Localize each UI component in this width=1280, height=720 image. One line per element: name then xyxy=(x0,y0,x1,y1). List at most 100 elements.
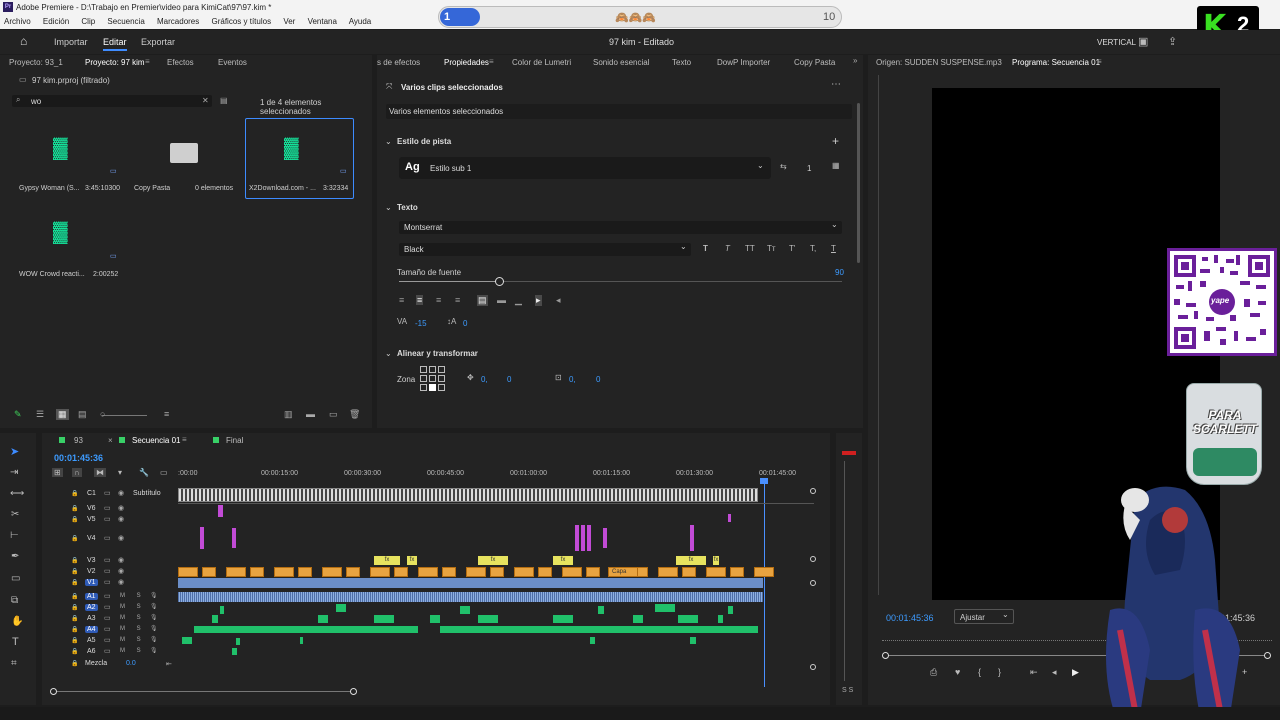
align-right-icon[interactable]: ≡ xyxy=(436,295,441,305)
toggle-output-icon[interactable]: ▭ xyxy=(104,614,111,622)
leading-value[interactable]: 0 xyxy=(463,319,467,328)
menu-ver[interactable]: Ver xyxy=(283,17,295,26)
video-clip[interactable] xyxy=(603,528,607,548)
lock-icon[interactable]: 🔒 xyxy=(71,637,78,644)
position-y[interactable]: 0 xyxy=(507,375,511,384)
align-middle-icon[interactable]: ▬ xyxy=(497,295,506,305)
video-clip[interactable] xyxy=(587,525,591,551)
lock-icon[interactable]: 🔒 xyxy=(71,490,78,497)
video-clip[interactable] xyxy=(730,567,744,577)
freeform-view-icon[interactable]: ▤ xyxy=(78,409,87,420)
sort-icon[interactable]: ≡ xyxy=(164,409,169,419)
video-clip[interactable] xyxy=(586,567,600,577)
track-scroll-handle[interactable] xyxy=(810,488,816,494)
position-x[interactable]: 0, xyxy=(481,375,488,384)
wrench-icon[interactable]: 🔧 xyxy=(139,468,149,477)
eye-icon[interactable]: ◉ xyxy=(118,534,124,542)
rectangle-tool-icon[interactable]: ▭ xyxy=(11,573,20,584)
clip-name-field[interactable]: Varios elementos seleccionados xyxy=(386,104,852,119)
mic-icon[interactable]: 🎙 xyxy=(150,647,158,654)
video-clip[interactable] xyxy=(322,567,342,577)
tracking-value[interactable]: -15 xyxy=(415,319,427,328)
menu-ayuda[interactable]: Ayuda xyxy=(349,17,372,26)
lock-icon[interactable]: 🔒 xyxy=(71,505,78,512)
lock-icon[interactable]: 🔒 xyxy=(71,648,78,655)
panel-menu-icon[interactable]: ≡ xyxy=(182,435,187,444)
meter-solo-label[interactable]: S S xyxy=(842,687,853,694)
tab-secuencia-01[interactable]: Secuencia 01 xyxy=(132,436,180,445)
audio-clip[interactable] xyxy=(690,637,696,644)
tab-exportar[interactable]: Exportar xyxy=(141,37,175,47)
tab-propiedades[interactable]: Propiedades xyxy=(444,58,489,67)
icon-view-icon[interactable]: ▦ xyxy=(56,409,69,420)
align-center-icon[interactable]: ≡ xyxy=(416,295,424,305)
captions-icon[interactable]: ▭ xyxy=(160,468,168,477)
zone-cell[interactable] xyxy=(438,366,445,373)
track-id[interactable]: V4 xyxy=(85,535,98,542)
share-icon[interactable]: ⇪ xyxy=(1168,35,1177,48)
lock-icon[interactable]: 🔒 xyxy=(71,557,78,564)
tab-importar[interactable]: Importar xyxy=(54,37,88,47)
mic-icon[interactable]: 🎙 xyxy=(150,625,158,632)
video-clip[interactable] xyxy=(658,567,678,577)
tab-source[interactable]: Origen: SUDDEN SUSPENSE.mp3 xyxy=(876,58,1002,67)
audio-clip[interactable] xyxy=(178,592,763,602)
pen-tool-icon[interactable]: ✒ xyxy=(11,551,19,562)
zone-cell[interactable] xyxy=(420,384,427,391)
audio-clip[interactable] xyxy=(655,604,675,612)
video-clip[interactable] xyxy=(575,525,579,551)
lock-icon[interactable]: 🔒 xyxy=(71,568,78,575)
track-id[interactable]: V3 xyxy=(85,557,98,564)
close-tab-icon[interactable]: × xyxy=(108,436,113,445)
toggle-output-icon[interactable]: ▭ xyxy=(104,556,111,564)
media-item[interactable]: Copy Pasta 0 elementos xyxy=(130,119,238,199)
track-id[interactable]: V2 xyxy=(85,568,98,575)
track-header-v2[interactable]: 🔒 V2 ▭ ◉ xyxy=(42,568,178,578)
mark-out-icon[interactable]: } xyxy=(998,667,1001,677)
menu-secuencia[interactable]: Secuencia xyxy=(107,17,144,26)
snap-icon[interactable]: ∩ xyxy=(72,468,82,477)
chevron-down-icon[interactable]: ⌄ xyxy=(385,137,392,146)
search-input[interactable]: wo xyxy=(31,97,41,106)
eye-icon[interactable]: ◉ xyxy=(118,556,124,564)
toggle-output-icon[interactable]: ▭ xyxy=(104,603,111,611)
linked-selection-icon[interactable]: ⧓ xyxy=(94,468,106,477)
toggle-output-icon[interactable]: ▭ xyxy=(104,515,111,523)
video-clip[interactable] xyxy=(690,525,694,551)
track-id[interactable]: C1 xyxy=(85,490,98,497)
fx-clip[interactable]: fx xyxy=(676,556,706,565)
track-select-icon[interactable]: ⇥ xyxy=(10,467,18,478)
time-ruler[interactable]: :00:00 00:00:15:00 00:00:30:00 00:00:45:00 0… xyxy=(178,468,818,482)
toggle-output-icon[interactable]: ▭ xyxy=(104,636,111,644)
eye-icon[interactable]: ◉ xyxy=(118,515,124,523)
mic-icon[interactable]: 🎙 xyxy=(150,603,158,610)
list-view-icon[interactable]: ☰ xyxy=(36,409,44,420)
add-marker-icon[interactable]: ▾ xyxy=(118,468,122,477)
toggle-output-icon[interactable]: ▭ xyxy=(104,534,111,542)
home-icon[interactable]: ⌂ xyxy=(20,34,27,48)
zone-cell[interactable] xyxy=(438,375,445,382)
video-clip[interactable] xyxy=(706,567,726,577)
track-header-a6[interactable]: 🔒 A6 ▭ M S 🎙 xyxy=(42,648,178,658)
scrollbar[interactable] xyxy=(857,103,860,263)
marker-icon[interactable]: ♥ xyxy=(955,667,960,677)
tab-editar[interactable]: Editar xyxy=(103,37,127,51)
video-clip[interactable] xyxy=(562,567,582,577)
scroll-start-handle[interactable] xyxy=(50,688,57,695)
video-clip[interactable] xyxy=(298,567,312,577)
timeline-timecode[interactable]: 00:01:45:36 xyxy=(54,453,103,463)
new-item-icon[interactable]: ▭ xyxy=(329,409,338,420)
trash-icon[interactable]: 🗑 xyxy=(349,409,360,420)
audio-clip[interactable] xyxy=(718,615,723,623)
video-clip[interactable] xyxy=(202,567,216,577)
audio-clip[interactable] xyxy=(220,606,224,614)
track-id[interactable]: A5 xyxy=(85,637,98,644)
media-item-selected[interactable]: ▓ ▭ X2Download.com - ... 3:32334 xyxy=(245,118,354,199)
video-clip[interactable] xyxy=(274,567,294,577)
sync-style-icon[interactable]: ⇆ xyxy=(780,162,787,171)
scroll-end-handle[interactable] xyxy=(350,688,357,695)
fx-clip[interactable]: fx xyxy=(478,556,508,565)
slip-tool-icon[interactable]: ⊢ xyxy=(10,530,19,541)
selection-tool-icon[interactable]: ➤ xyxy=(10,445,19,458)
track-id[interactable]: A6 xyxy=(85,648,98,655)
